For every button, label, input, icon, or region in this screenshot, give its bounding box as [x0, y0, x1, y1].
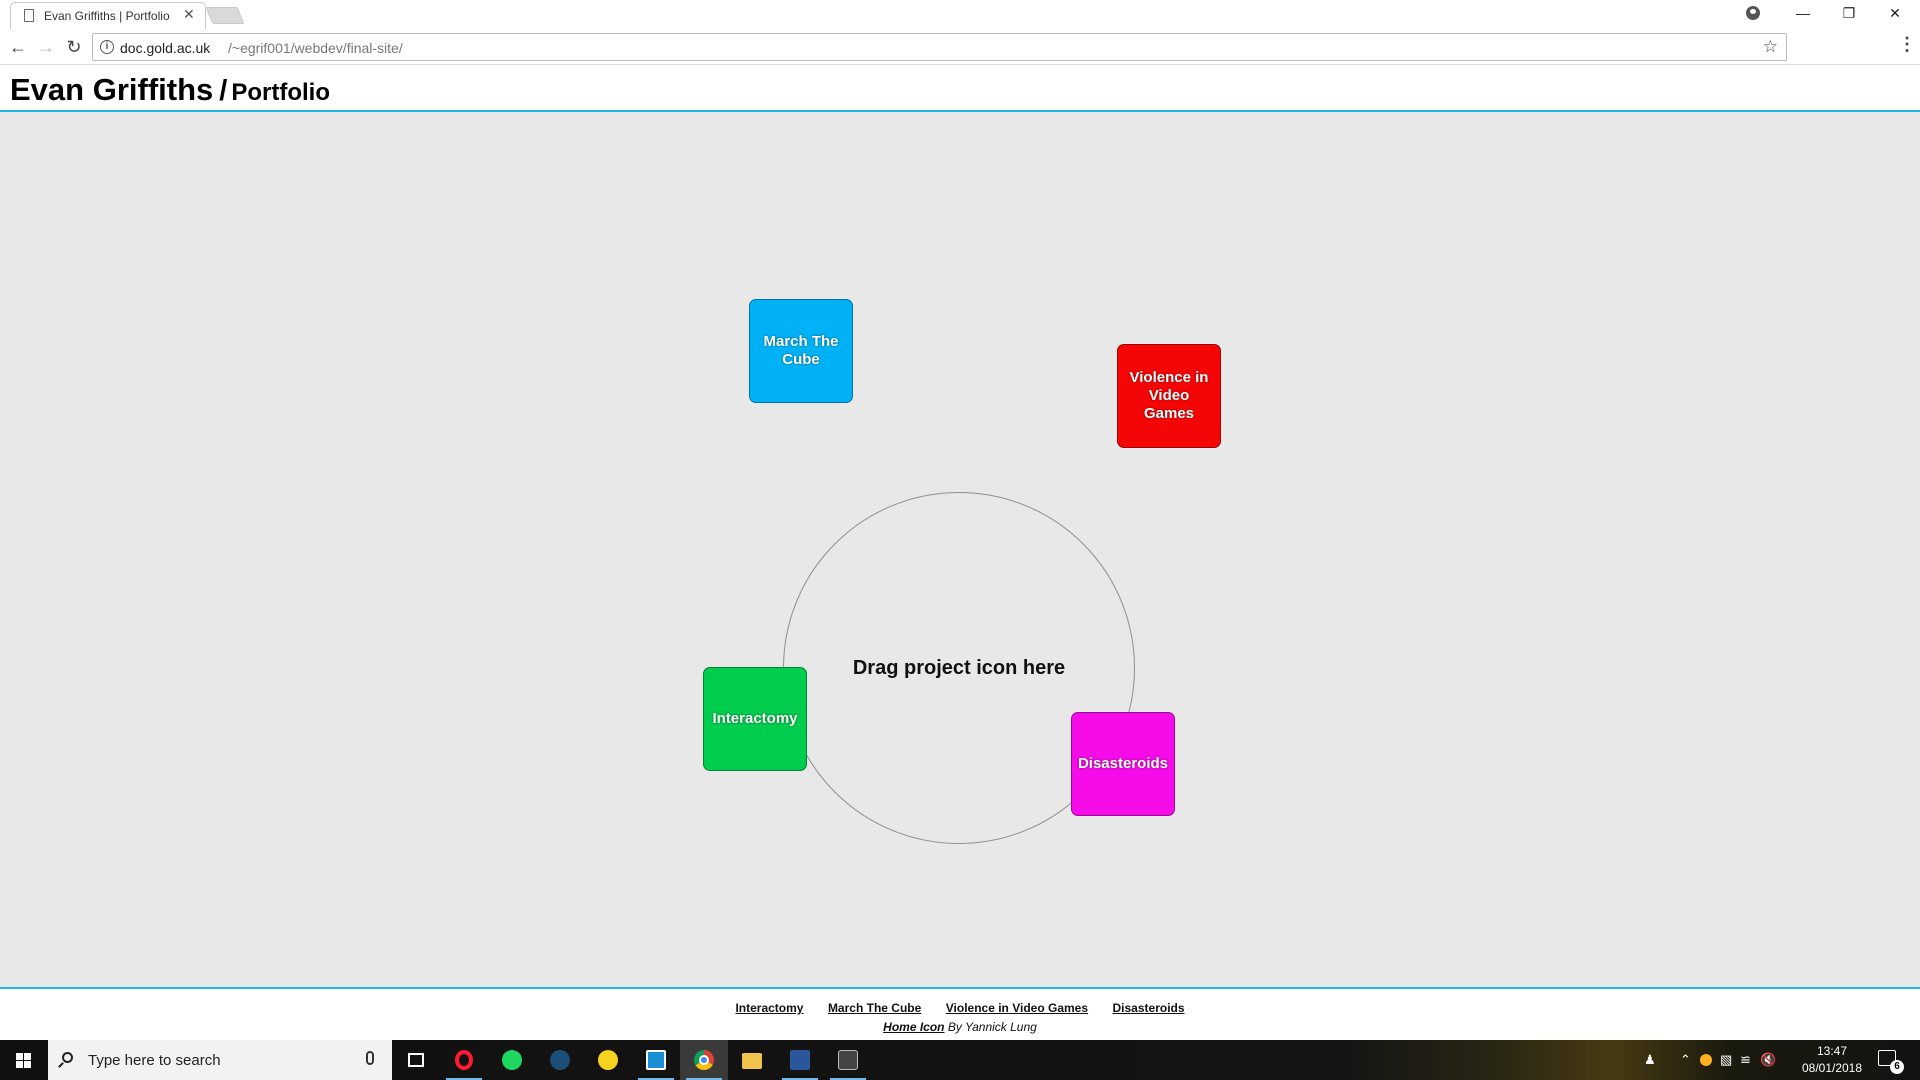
- wifi-icon[interactable]: ≌: [1740, 1052, 1751, 1068]
- project-tile-march-the-cube[interactable]: March The Cube: [749, 299, 853, 403]
- start-button[interactable]: [0, 1040, 48, 1080]
- browser-tab[interactable]: Evan Griffiths | Portfolio ✕: [10, 2, 206, 29]
- taskbar-search-box[interactable]: Type here to search: [48, 1040, 392, 1080]
- profile-icon[interactable]: [1746, 6, 1760, 20]
- address-bar[interactable]: i doc.gold.ac.uk /~egrif001/webdev/final…: [92, 33, 1787, 61]
- windows-logo-icon: [16, 1053, 23, 1060]
- project-tile-violence-in-video-games[interactable]: Violence in Video Games: [1117, 344, 1221, 448]
- taskbar-app-word[interactable]: [776, 1040, 824, 1080]
- restore-button[interactable]: ❐: [1826, 0, 1872, 28]
- taskbar-app-spotify[interactable]: [488, 1040, 536, 1080]
- title-separator: /: [219, 75, 228, 107]
- back-icon[interactable]: ←: [4, 33, 32, 61]
- volume-muted-icon[interactable]: 🔇: [1760, 1052, 1776, 1068]
- taskbar-app-trello[interactable]: [632, 1040, 680, 1080]
- windows-logo-pane: [24, 1053, 31, 1060]
- windows-logo-pane: [24, 1061, 31, 1068]
- page-icon: [24, 9, 34, 22]
- game-controller-icon: [838, 1050, 858, 1070]
- task-view-button[interactable]: [392, 1040, 440, 1080]
- bookmark-star-icon[interactable]: ☆: [1763, 37, 1778, 57]
- footer-link-violence-in-video-games[interactable]: Violence in Video Games: [946, 1001, 1088, 1015]
- info-icon[interactable]: i: [100, 40, 114, 54]
- reload-icon[interactable]: ↻: [60, 33, 88, 61]
- people-icon[interactable]: ♟: [1644, 1052, 1656, 1068]
- drop-zone-label: Drag project icon here: [852, 657, 1066, 679]
- tab-title: Evan Griffiths | Portfolio: [44, 9, 170, 23]
- smiley-app-icon: [598, 1050, 618, 1070]
- project-tile-interactomy[interactable]: Interactomy: [703, 667, 807, 771]
- tray-app-icon[interactable]: [1700, 1054, 1712, 1066]
- browser-tab-strip: Evan Griffiths | Portfolio ✕ — ❐ ✕: [0, 0, 1920, 29]
- taskbar-app-chrome[interactable]: [680, 1040, 728, 1080]
- footer-links: Interactomy March The Cube Violence in V…: [0, 999, 1920, 1017]
- site-footer: Interactomy March The Cube Violence in V…: [0, 987, 1920, 1040]
- footer-credit: Home Icon By Yannick Lung: [0, 1020, 1920, 1034]
- windows-taskbar: Type here to search ♟ ⌃ ▧ ≌ 🔇 13:47 08/0…: [0, 1040, 1920, 1080]
- footer-link-march-the-cube[interactable]: March The Cube: [828, 1001, 921, 1015]
- minimize-button[interactable]: —: [1780, 0, 1826, 28]
- word-icon: [790, 1050, 810, 1070]
- clock-time[interactable]: 13:47: [1802, 1044, 1862, 1058]
- browser-menu-icon[interactable]: ⋮: [1898, 34, 1916, 55]
- battery-icon[interactable]: ▧: [1720, 1052, 1732, 1068]
- close-window-button[interactable]: ✕: [1872, 0, 1918, 28]
- site-subtitle: Portfolio: [231, 79, 330, 106]
- taskbar-app-steam[interactable]: [536, 1040, 584, 1080]
- site-title: Evan Griffiths / Portfolio: [10, 72, 330, 108]
- spotify-icon: [502, 1050, 522, 1070]
- clock-date[interactable]: 08/01/2018: [1798, 1061, 1866, 1075]
- notification-count-badge: 6: [1890, 1060, 1904, 1074]
- folder-icon: [742, 1053, 762, 1069]
- steam-icon: [550, 1050, 570, 1070]
- chrome-icon-center: [699, 1055, 709, 1065]
- site-header: Evan Griffiths / Portfolio: [0, 65, 1920, 112]
- site-name: Evan Griffiths: [10, 72, 214, 107]
- search-icon: [62, 1052, 73, 1063]
- windows-logo-pane: [16, 1061, 23, 1068]
- search-placeholder: Type here to search: [88, 1052, 221, 1069]
- footer-link-interactomy[interactable]: Interactomy: [735, 1001, 803, 1015]
- taskbar-app-file-explorer[interactable]: [728, 1040, 776, 1080]
- task-view-icon: [408, 1053, 424, 1067]
- opera-icon: [455, 1050, 473, 1070]
- new-tab-button[interactable]: [205, 7, 245, 24]
- board-app-icon: [646, 1050, 666, 1070]
- project-stage: Drag project icon here March The Cube Vi…: [0, 112, 1920, 987]
- tray-expand-icon[interactable]: ⌃: [1680, 1052, 1691, 1068]
- tab-close-icon[interactable]: ✕: [183, 6, 195, 23]
- taskbar-app-game[interactable]: [824, 1040, 872, 1080]
- credit-text: By Yannick Lung: [947, 1020, 1037, 1034]
- project-tile-disasteroids[interactable]: Disasteroids: [1071, 712, 1175, 816]
- url-path: /~egrif001/webdev/final-site/: [228, 40, 403, 56]
- browser-toolbar: ← → ↻ i doc.gold.ac.uk /~egrif001/webdev…: [0, 29, 1920, 65]
- taskbar-app-emoji[interactable]: [584, 1040, 632, 1080]
- forward-icon[interactable]: →: [32, 33, 60, 61]
- url-host: doc.gold.ac.uk: [120, 40, 211, 56]
- microphone-icon[interactable]: [366, 1051, 374, 1065]
- home-icon-credit-link[interactable]: Home Icon: [883, 1020, 944, 1034]
- footer-link-disasteroids[interactable]: Disasteroids: [1113, 1001, 1185, 1015]
- taskbar-app-opera[interactable]: [440, 1040, 488, 1080]
